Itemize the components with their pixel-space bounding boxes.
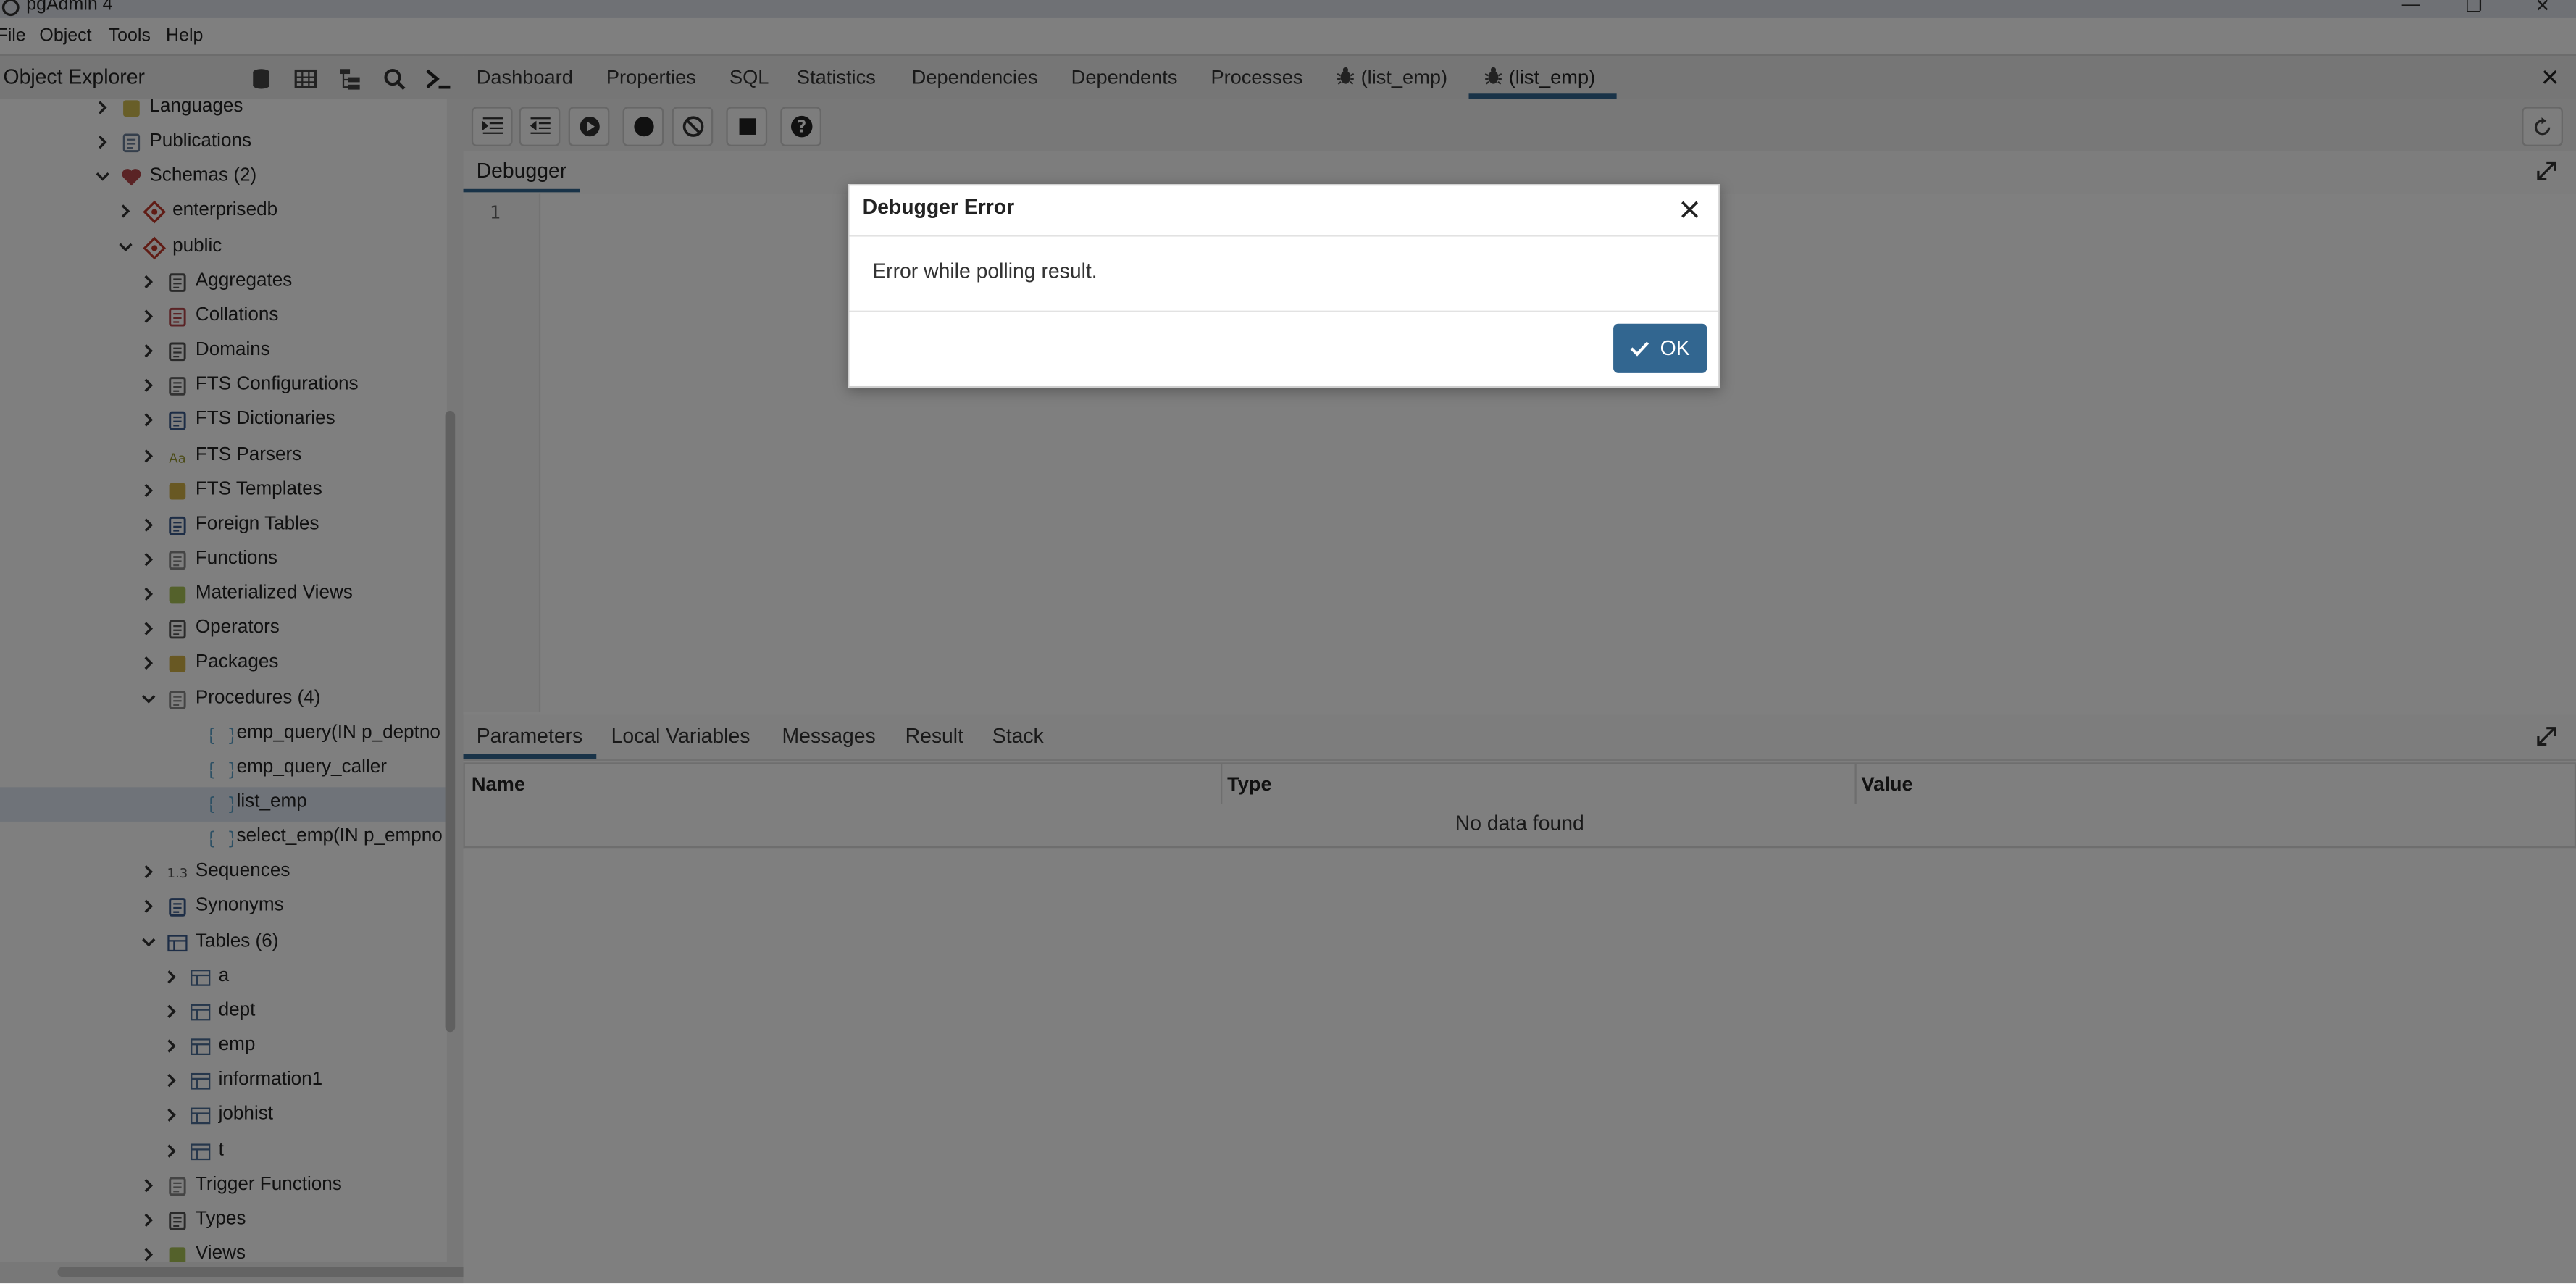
dialog-title: Debugger Error <box>862 195 1015 219</box>
debugger-error-dialog: Debugger Error Error while polling resul… <box>848 184 1720 388</box>
dialog-header: Debugger Error <box>849 185 1719 237</box>
check-icon <box>1631 341 1650 357</box>
dialog-divider <box>849 310 1719 312</box>
ok-button-label: OK <box>1660 336 1690 360</box>
dialog-message: Error while polling result. <box>872 259 1097 283</box>
app-window: pgAdmin 4 — ❐ ✕ File Object Tools Help O… <box>0 0 2576 1284</box>
ok-button[interactable]: OK <box>1613 323 1707 373</box>
close-icon[interactable] <box>1681 201 1699 219</box>
